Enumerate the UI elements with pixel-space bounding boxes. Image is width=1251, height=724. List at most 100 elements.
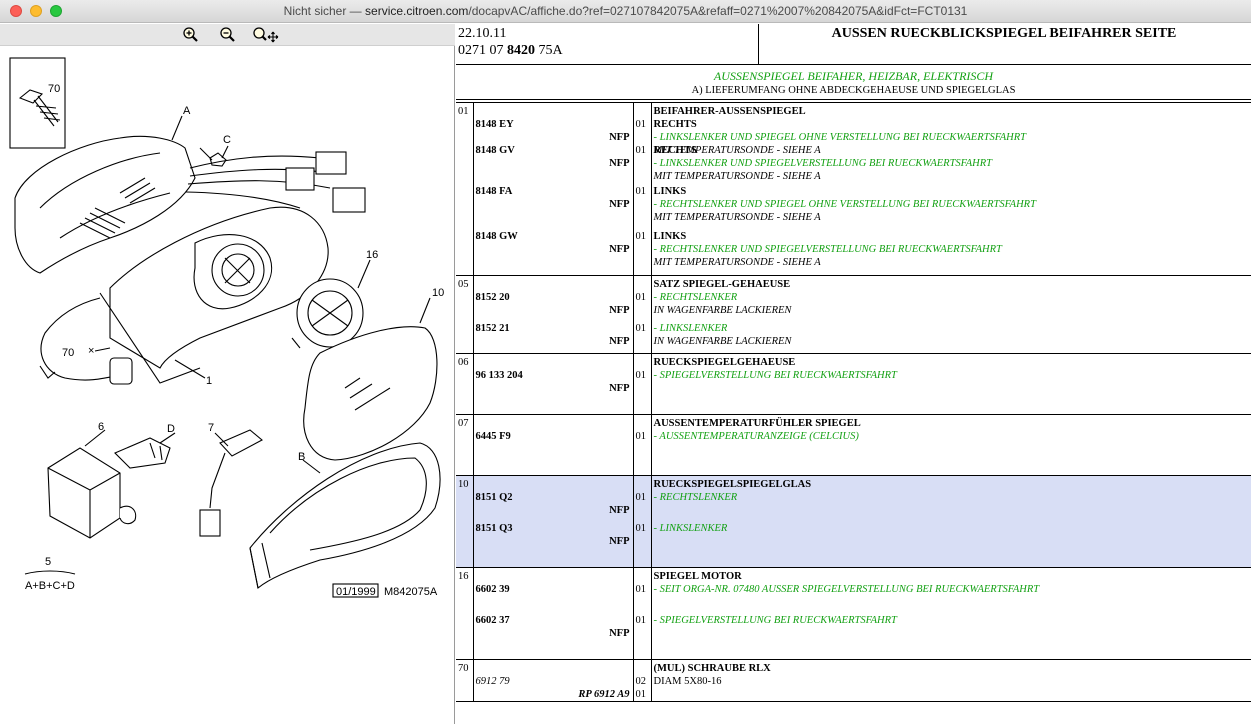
part-group-row[interactable]: 10 8151 Q2 NFP 8151 Q3 NFP 01 01 RUECKSPIEGELSP… — [456, 475, 1251, 568]
label-date: 01/1999 — [336, 586, 376, 598]
zoom-out-icon[interactable] — [218, 26, 238, 44]
position-number: 01 — [458, 106, 469, 117]
label-x-mark: × — [88, 345, 94, 357]
nfp-label: NFP — [609, 158, 630, 169]
exploded-parts-diagram: 70 A C 16 10 70 × 1 6 D 7 B 5 A+B+C+D 01… — [9, 57, 444, 598]
variant-note: - RECHTSLENKER UND SPIEGEL OHNE VERSTELL… — [653, 199, 1036, 210]
page-title: AUSSEN RUECKBLICKSPIEGEL BEIFAHRER SEITE — [831, 26, 1177, 41]
position-cell: 06 — [456, 353, 474, 415]
part-group-row[interactable]: 05 8152 20 NFP 8152 21 NFP 01 01 SATZ SPIEGEL-G… — [456, 275, 1251, 354]
part-number[interactable]: 8148 FA — [476, 185, 630, 198]
quantity-value: 01 — [635, 431, 647, 442]
quantity-cell: 01 — [633, 414, 652, 476]
subtitle: AUSSENSPIEGEL BEIFAHER, HEIZBAR, ELEKTRI… — [713, 69, 994, 83]
part-group-row[interactable]: 70 6912 79 RP 6912 A9 02 01 (MUL) SCHRAUBE RL… — [456, 659, 1251, 702]
description-cell: SATZ SPIEGEL-GEHAEUSE - RECHTSLENKER IN WA… — [651, 275, 1251, 354]
nfp-label: NFP — [609, 336, 630, 347]
part-reference[interactable]: 8148 FA NFP — [476, 185, 630, 230]
description-cell: SPIEGEL MOTOR - SEIT ORGA-NR. 07480 AUSSE… — [651, 567, 1251, 660]
quantity-cell: 02 01 — [633, 659, 652, 702]
quantity-value: 01 — [635, 292, 647, 303]
header-left: 22.10.11 0271 07 8420 75A — [458, 25, 758, 59]
quantity-cell: 01 01 01 01 — [633, 102, 652, 276]
nfp-label: NFP — [609, 305, 630, 316]
part-number[interactable]: 8148 GV — [476, 144, 630, 157]
part-description: - LINKSLENKER IN WAGENFARBE LACKIEREN — [654, 322, 1250, 353]
nfp-label: NFP — [609, 132, 630, 143]
part-reference[interactable]: 6602 39 — [476, 583, 630, 614]
position-number: 07 — [458, 418, 469, 429]
part-reference[interactable]: 8148 EY NFP — [476, 118, 630, 144]
part-number[interactable]: 8151 Q3 — [476, 522, 630, 535]
part-number[interactable]: 6602 39 — [476, 583, 630, 596]
position-cell: 16 — [456, 567, 474, 660]
part-note: IN WAGENFARBE LACKIEREN — [653, 305, 792, 316]
header-reference: 0271 07 8420 75A — [458, 43, 563, 58]
nfp-label: NFP — [609, 536, 630, 547]
part-reference[interactable]: 6602 37 NFP — [476, 614, 630, 659]
label-70: 70 — [62, 347, 74, 359]
part-number[interactable]: 8152 20 — [476, 291, 630, 304]
quantity-value: 01 — [635, 523, 647, 534]
label-formula: A+B+C+D — [25, 580, 75, 592]
part-description: - SPIEGELVERSTELLUNG BEI RUECKWAERTSFAHR… — [654, 614, 1250, 659]
part-number[interactable]: 8151 Q2 — [476, 491, 630, 504]
part-reference[interactable]: 8151 Q3 NFP — [476, 522, 630, 567]
part-group-row[interactable]: 16 6602 39 6602 37 NFP 01 01 SPIEGEL MOTOR - SE… — [456, 567, 1251, 660]
reference-cell: 8152 20 NFP 8152 21 NFP — [473, 275, 634, 354]
security-label: Nicht sicher — — [283, 4, 362, 18]
side-label: LINKS — [653, 186, 687, 197]
header-date: 22.10.11 — [458, 26, 507, 41]
quantity-value: 01 — [635, 615, 647, 626]
quantity-value: 01 — [635, 119, 647, 130]
nfp-label: NFP — [609, 628, 630, 639]
part-group-row[interactable]: 01 8148 EY NFP 8148 GV NFP 8148 FA NFP 8148 GW N… — [456, 102, 1251, 276]
quantity-cell: 01 01 — [633, 475, 652, 568]
part-number[interactable]: 8152 21 — [476, 322, 630, 335]
part-description: DIAM 5X80-16 — [654, 675, 1250, 688]
part-number[interactable]: 8148 GW — [476, 230, 630, 243]
part-group-title: (MUL) SCHRAUBE RLX — [653, 663, 771, 674]
position-number: 10 — [458, 479, 469, 490]
zoom-pan-icon[interactable] — [251, 26, 281, 44]
part-reference[interactable]: 6445 F9 — [476, 430, 630, 475]
part-number[interactable]: 6912 79 — [476, 675, 630, 688]
nfp-label: NFP — [609, 383, 630, 394]
window-title: Nicht sicher — service.citroen.com/docap… — [0, 4, 1251, 18]
parts-frame: 22.10.11 0271 07 8420 75A AUSSEN RUECKBL… — [456, 24, 1251, 724]
document-header: 22.10.11 0271 07 8420 75A AUSSEN RUECKBL… — [456, 24, 1251, 65]
side-label: LINKS — [653, 231, 687, 242]
part-reference[interactable]: 8152 20 NFP — [476, 291, 630, 322]
part-note: IN WAGENFARBE LACKIEREN — [653, 336, 792, 347]
part-description: LINKS - RECHTSLENKER UND SPIEGELVERSTELLU… — [654, 230, 1250, 275]
quantity-value: 01 — [635, 689, 647, 700]
part-reference[interactable]: RP 6912 A9 — [476, 688, 629, 701]
label-10: 10 — [432, 287, 444, 299]
part-reference[interactable]: 8148 GW NFP — [476, 230, 630, 275]
url-host: service.citroen.com — [365, 4, 469, 18]
zoom-in-icon[interactable] — [181, 26, 201, 44]
variant-note: - RECHTSLENKER — [653, 292, 738, 303]
part-group-title: SATZ SPIEGEL-GEHAEUSE — [653, 279, 791, 290]
label-6: 6 — [98, 421, 104, 433]
part-group-row[interactable]: 06 96 133 204 NFP 01 RUECKSPIEGELGEHAEUSE - S… — [456, 353, 1251, 415]
part-group-row[interactable]: 07 6445 F9 01 AUSSENTEMPERATURFÜHLER SPIEGE… — [456, 414, 1251, 476]
label-b: B — [298, 451, 305, 463]
part-note: MIT TEMPERATURSONDE - SIEHE A — [653, 171, 821, 182]
label-d: D — [167, 423, 175, 435]
part-reference[interactable]: 8152 21 NFP — [476, 322, 630, 353]
description-cell: (MUL) SCHRAUBE RLX DIAM 5X80-16 — [651, 659, 1251, 702]
part-number[interactable]: 6602 37 — [476, 614, 630, 627]
part-reference[interactable]: 6912 79 — [476, 675, 630, 688]
part-number[interactable]: 8148 EY — [476, 118, 630, 131]
part-number[interactable]: 96 133 204 — [476, 369, 630, 382]
variant-note: - SPIEGELVERSTELLUNG BEI RUECKWAERTSFAHR… — [653, 615, 897, 626]
part-number[interactable]: 6445 F9 — [476, 430, 630, 443]
part-reference[interactable]: 8148 GV NFP — [476, 144, 630, 185]
description-cell: RUECKSPIEGELSPIEGELGLAS - RECHTSLENKER - L… — [651, 475, 1251, 568]
position-number: 05 — [458, 279, 469, 290]
part-reference[interactable]: 96 133 204 NFP — [476, 369, 630, 414]
part-reference[interactable]: 8151 Q2 NFP — [476, 491, 630, 522]
position-cell: 07 — [456, 414, 474, 476]
part-note: MIT TEMPERATURSONDE - SIEHE A — [653, 212, 821, 223]
